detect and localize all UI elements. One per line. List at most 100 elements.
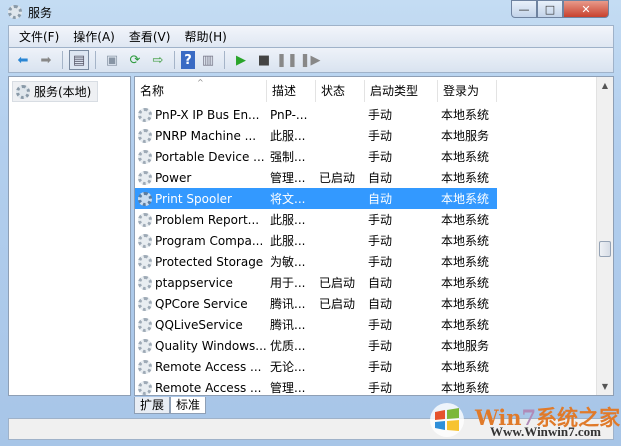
close-button[interactable]: ✕ bbox=[563, 0, 609, 18]
service-name: PnP-X IP Bus En... bbox=[155, 107, 260, 122]
start-service-icon[interactable]: ▶ bbox=[231, 50, 251, 70]
tab-standard[interactable]: 标准 bbox=[170, 397, 207, 414]
service-desc-cell: 用于... bbox=[270, 276, 306, 290]
service-desc-cell: PnP-... bbox=[270, 107, 308, 122]
service-row[interactable]: Problem Report... 此服... 手动 本地系统 bbox=[135, 209, 497, 230]
service-name-cell: Remote Access ... bbox=[135, 380, 267, 395]
service-desc-cell: 腾讯... bbox=[270, 318, 306, 332]
service-desc-cell: 此服... bbox=[270, 129, 306, 143]
export-list-icon[interactable]: ⇨ bbox=[148, 50, 168, 70]
service-name: Power bbox=[155, 170, 192, 185]
scrollbar-thumb[interactable] bbox=[599, 241, 611, 257]
toolbar-separator bbox=[224, 51, 225, 69]
window-title: 服务 bbox=[28, 5, 53, 20]
service-desc-cell: 此服... bbox=[270, 234, 306, 248]
watermark-url: Www.Winwin7.com bbox=[490, 424, 601, 439]
service-row[interactable]: QQLiveService 腾讯... 手动 本地系统 bbox=[135, 314, 497, 335]
menu-file[interactable]: 文件(F) bbox=[19, 28, 59, 45]
service-gear-icon bbox=[138, 191, 152, 206]
properties-icon[interactable]: ▣ bbox=[102, 50, 122, 70]
windows-logo-icon bbox=[430, 403, 464, 437]
service-name: Quality Windows... bbox=[155, 338, 267, 353]
service-startup-cell: 自动 bbox=[368, 276, 393, 290]
sort-ascending-icon: ^ bbox=[197, 78, 204, 87]
service-name: Problem Report... bbox=[155, 212, 260, 227]
refresh-icon[interactable]: ⟳ bbox=[125, 50, 145, 70]
back-arrow-icon[interactable]: ⬅ bbox=[13, 50, 33, 70]
column-header-name[interactable]: 名称 ^ bbox=[135, 78, 267, 102]
column-header-logon-as[interactable]: 登录为 bbox=[438, 80, 497, 102]
service-logon-cell: 本地服务 bbox=[441, 339, 490, 353]
service-startup-cell: 手动 bbox=[368, 360, 393, 374]
list-header: 名称 ^ 描述 状态 启动类型 登录为 bbox=[135, 78, 497, 102]
column-header-description[interactable]: 描述 bbox=[267, 80, 316, 102]
service-name-cell: Power bbox=[135, 170, 267, 185]
service-name-cell: PnP-X IP Bus En... bbox=[135, 107, 267, 122]
scroll-up-icon[interactable]: ▲ bbox=[597, 77, 613, 94]
stop-service-icon[interactable]: ■ bbox=[254, 50, 274, 70]
service-row[interactable]: Power 管理... 已启动 自动 本地系统 bbox=[135, 167, 497, 188]
forward-arrow-icon[interactable]: ➡ bbox=[36, 50, 56, 70]
service-name-cell: ptappservice bbox=[135, 275, 267, 290]
service-row[interactable]: Quality Windows... 优质... 手动 本地服务 bbox=[135, 335, 497, 356]
service-name-cell: Remote Access ... bbox=[135, 359, 267, 374]
service-row[interactable]: QPCore Service 腾讯... 已启动 自动 本地系统 bbox=[135, 293, 497, 314]
column-label: 名称 bbox=[140, 84, 165, 98]
service-gear-icon bbox=[138, 317, 152, 332]
service-row[interactable]: ptappservice 用于... 已启动 自动 本地系统 bbox=[135, 272, 497, 293]
service-startup-cell: 自动 bbox=[368, 171, 393, 185]
show-action-pane-icon[interactable]: ▥ bbox=[198, 50, 218, 70]
service-gear-icon bbox=[138, 212, 152, 227]
column-header-status[interactable]: 状态 bbox=[316, 80, 365, 102]
title-bar: 服务 bbox=[8, 3, 52, 21]
service-desc-cell: 优质... bbox=[270, 339, 306, 353]
column-header-startup-type[interactable]: 启动类型 bbox=[365, 80, 438, 102]
service-name-cell: QPCore Service bbox=[135, 296, 267, 311]
pause-service-icon[interactable]: ❚❚ bbox=[276, 50, 298, 70]
show-hide-tree-icon[interactable]: ▤ bbox=[69, 50, 89, 70]
service-row[interactable]: PnP-X IP Bus En... PnP-... 手动 本地系统 bbox=[135, 104, 497, 125]
menu-view[interactable]: 查看(V) bbox=[129, 28, 171, 45]
tree-item-services-local[interactable]: 服务(本地) bbox=[12, 81, 98, 102]
service-gear-icon bbox=[138, 233, 152, 248]
service-row[interactable]: Remote Access ... 无论... 手动 本地系统 bbox=[135, 356, 497, 377]
toolbar-separator bbox=[95, 51, 96, 69]
vertical-scrollbar[interactable]: ▲ ▼ bbox=[596, 77, 613, 395]
service-desc-cell: 管理... bbox=[270, 171, 306, 185]
service-row[interactable]: Portable Device ... 强制... 手动 本地系统 bbox=[135, 146, 497, 167]
service-desc-cell: 腾讯... bbox=[270, 297, 306, 311]
toolbar-separator bbox=[62, 51, 63, 69]
service-logon-cell: 本地系统 bbox=[441, 171, 490, 185]
restart-service-icon[interactable]: ❚▶ bbox=[300, 50, 321, 70]
service-name: QQLiveService bbox=[155, 317, 243, 332]
service-gear-icon bbox=[138, 254, 152, 269]
service-row[interactable]: Program Compa... 此服... 手动 本地系统 bbox=[135, 230, 497, 251]
service-row[interactable]: Protected Storage 为敏... 手动 本地系统 bbox=[135, 251, 497, 272]
service-gear-icon bbox=[138, 380, 152, 395]
help-icon[interactable]: ? bbox=[181, 51, 195, 69]
service-name-cell: Protected Storage bbox=[135, 254, 267, 269]
service-name-cell: QQLiveService bbox=[135, 317, 267, 332]
service-row[interactable]: Print Spooler 将文... 自动 本地系统 bbox=[135, 188, 497, 209]
service-row[interactable]: PNRP Machine ... 此服... 手动 本地服务 bbox=[135, 125, 497, 146]
services-gear-icon bbox=[8, 5, 22, 19]
service-name: Remote Access ... bbox=[155, 359, 262, 374]
service-logon-cell: 本地系统 bbox=[441, 318, 490, 332]
minimize-button[interactable]: — bbox=[511, 0, 537, 18]
maximize-button[interactable]: □ bbox=[537, 0, 563, 18]
service-logon-cell: 本地系统 bbox=[441, 213, 490, 227]
scroll-down-icon[interactable]: ▼ bbox=[597, 378, 613, 395]
menu-help[interactable]: 帮助(H) bbox=[184, 28, 226, 45]
service-row[interactable]: Remote Access ... 管理... 手动 本地系统 bbox=[135, 377, 497, 395]
service-startup-cell: 手动 bbox=[368, 129, 393, 143]
service-startup-cell: 自动 bbox=[368, 192, 393, 206]
tree-item-label: 服务(本地) bbox=[34, 85, 92, 99]
menu-action[interactable]: 操作(A) bbox=[73, 28, 115, 45]
service-startup-cell: 手动 bbox=[368, 381, 393, 395]
tab-extended[interactable]: 扩展 bbox=[134, 397, 171, 414]
service-status-cell: 已启动 bbox=[319, 171, 356, 185]
service-name-cell: Print Spooler bbox=[135, 191, 267, 206]
service-startup-cell: 自动 bbox=[368, 297, 393, 311]
service-startup-cell: 手动 bbox=[368, 150, 393, 164]
service-name: Remote Access ... bbox=[155, 380, 262, 395]
